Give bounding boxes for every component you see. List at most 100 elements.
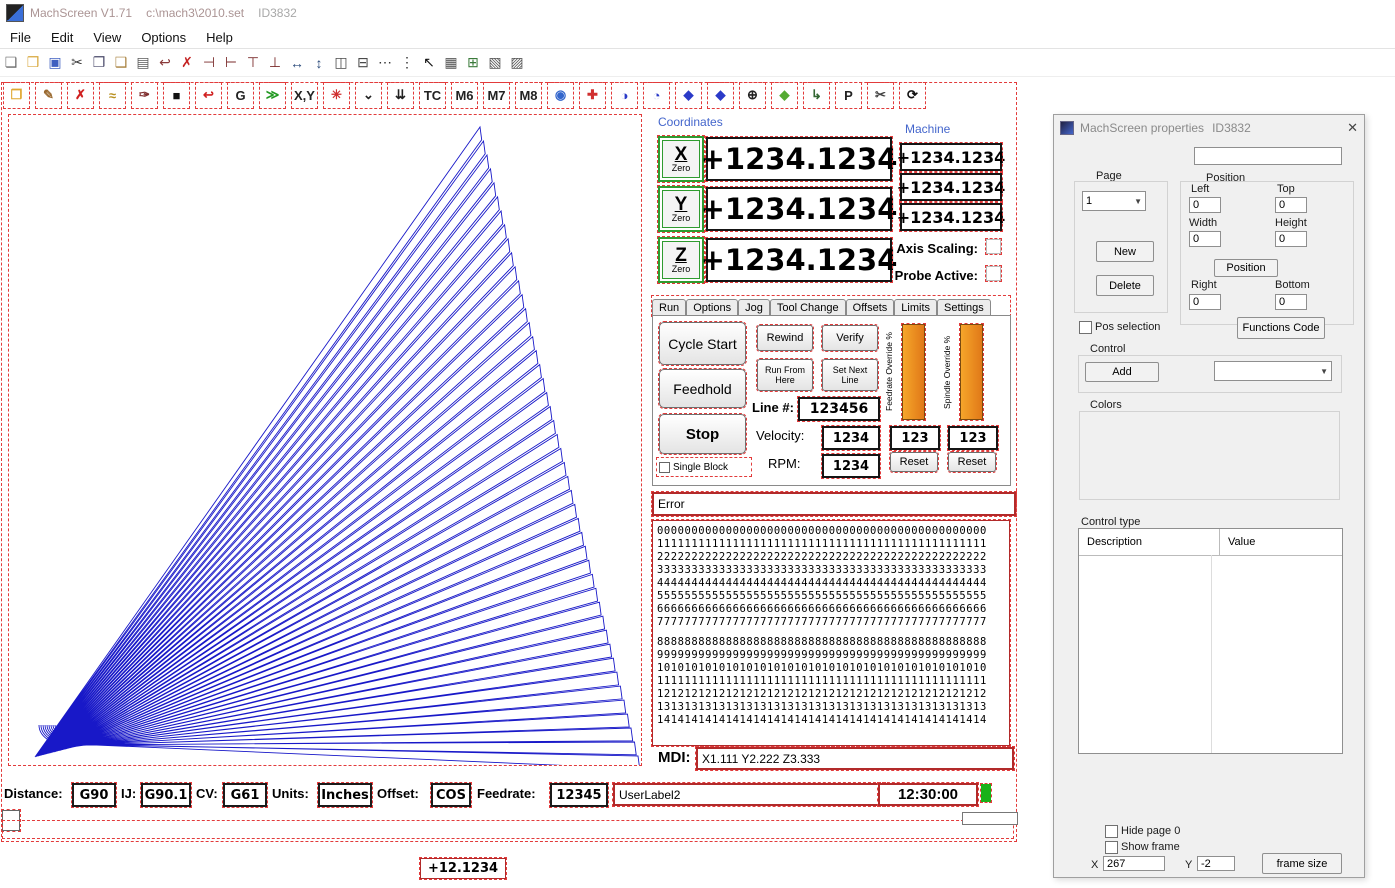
dro-z[interactable]: +1234.1234: [701, 237, 897, 283]
cross-icon[interactable]: ✚: [579, 81, 606, 109]
feed-orb-icon[interactable]: ◑: [611, 81, 638, 109]
line-number-field[interactable]: 123456: [797, 396, 881, 422]
m6-icon[interactable]: M6: [451, 81, 478, 109]
target-icon[interactable]: ⊕: [739, 81, 766, 109]
properties-title-bar[interactable]: MachScreen properties ID3832 ✕: [1054, 115, 1364, 141]
align-right-icon[interactable]: ⊢: [221, 53, 241, 73]
bottom-strip-element[interactable]: [2, 820, 1014, 839]
feedrate-override-slider[interactable]: [901, 323, 926, 421]
functions-code-button[interactable]: Functions Code: [1237, 317, 1325, 339]
regen-icon[interactable]: ⟳: [899, 81, 926, 109]
menu-item[interactable]: View: [83, 28, 131, 47]
left-field[interactable]: 0: [1189, 197, 1221, 213]
edit-screen-icon[interactable]: ✎: [35, 81, 62, 109]
dro-y[interactable]: +1234.1234: [701, 186, 897, 232]
toolpath-display[interactable]: [8, 114, 642, 766]
page-select[interactable]: 1 ▼: [1082, 191, 1146, 211]
rewind-button[interactable]: Rewind: [756, 324, 814, 352]
wizard-icon[interactable]: ≫: [259, 81, 286, 109]
hide-page-checkbox[interactable]: [1105, 825, 1118, 838]
new-file-icon[interactable]: ❏: [1, 53, 21, 73]
axis-scaling-led[interactable]: [985, 238, 1002, 255]
flip-icon[interactable]: ↳: [803, 81, 830, 109]
save-icon[interactable]: ▣: [45, 53, 65, 73]
m8-icon[interactable]: M8: [515, 81, 542, 109]
stop-button[interactable]: Stop: [658, 413, 747, 455]
single-block-checkbox[interactable]: [659, 461, 670, 473]
frame-size-button[interactable]: frame size: [1262, 853, 1342, 874]
zero-y-button[interactable]: Y Zero: [657, 185, 705, 233]
delete-button[interactable]: Delete: [1096, 275, 1154, 296]
tab[interactable]: Limits: [894, 299, 938, 316]
same-width-icon[interactable]: ↔: [287, 53, 307, 73]
cut-icon[interactable]: ✂: [67, 53, 87, 73]
control-type-table[interactable]: Description Value: [1078, 528, 1343, 754]
position-button[interactable]: Position: [1214, 259, 1278, 277]
scissors-icon[interactable]: ✂: [867, 81, 894, 109]
bottom-field[interactable]: 0: [1275, 294, 1307, 310]
dro-x[interactable]: +1234.1234: [701, 136, 897, 182]
menu-item[interactable]: Help: [196, 28, 243, 47]
spindle-override-slider[interactable]: [959, 323, 984, 421]
set-next-line-button[interactable]: Set Next Line: [821, 358, 879, 392]
tab[interactable]: Tool Change: [769, 299, 846, 316]
axis-diamond-icon[interactable]: ◆: [707, 81, 734, 109]
gcode-list[interactable]: 0000000000000000000000000000000000000000…: [651, 519, 1011, 747]
select-pointer-icon[interactable]: ↖: [419, 53, 439, 73]
grid-icon[interactable]: ▦: [441, 53, 461, 73]
camera-icon[interactable]: ◉: [547, 81, 574, 109]
pos-selection-checkbox[interactable]: [1079, 321, 1092, 334]
send-to-back-icon[interactable]: ▨: [507, 53, 527, 73]
multi-step-down-icon[interactable]: ⇊: [387, 81, 414, 109]
m7-icon[interactable]: M7: [483, 81, 510, 109]
xy-coords-icon[interactable]: X,Y: [291, 81, 318, 109]
center-vertical-icon[interactable]: ⊟: [353, 53, 373, 73]
align-left-icon[interactable]: ⊣: [199, 53, 219, 73]
color-picker-icon[interactable]: ✑: [131, 81, 158, 109]
top-field[interactable]: 0: [1275, 197, 1307, 213]
new-button[interactable]: New: [1096, 241, 1154, 262]
close-icon[interactable]: ✕: [1347, 120, 1358, 136]
add-button[interactable]: Add: [1085, 362, 1159, 382]
same-height-icon[interactable]: ↕: [309, 53, 329, 73]
small-dro-field[interactable]: +12.1234: [419, 857, 507, 880]
tab-order-icon[interactable]: ⊞: [463, 53, 483, 73]
menu-item[interactable]: File: [0, 28, 41, 47]
copy-icon[interactable]: ❐: [89, 53, 109, 73]
gcode-icon[interactable]: G: [227, 81, 254, 109]
zero-z-button[interactable]: Z Zero: [657, 236, 705, 284]
spindle-orb-icon[interactable]: ◔: [643, 81, 670, 109]
y-pos-field[interactable]: -2: [1197, 856, 1235, 871]
close-screen-icon[interactable]: ✗: [67, 81, 94, 109]
tab[interactable]: Run: [652, 299, 687, 316]
feedhold-button[interactable]: Feedhold: [658, 368, 747, 409]
space-across-icon[interactable]: ⋯: [375, 53, 395, 73]
bring-to-front-icon[interactable]: ▧: [485, 53, 505, 73]
open-screen-icon[interactable]: ❒: [3, 81, 30, 109]
tool-change-icon[interactable]: TC: [419, 81, 446, 109]
verify-shield-icon[interactable]: ◆: [771, 81, 798, 109]
tab[interactable]: Offsets: [845, 299, 895, 316]
run-from-here-button[interactable]: Run From Here: [756, 358, 814, 392]
show-frame-checkbox[interactable]: [1105, 841, 1118, 854]
mdi-input[interactable]: X1.111 Y2.222 Z3.333: [695, 746, 1015, 771]
align-top-icon[interactable]: ⊤: [243, 53, 263, 73]
signal-icon[interactable]: ≈: [99, 81, 126, 109]
paste-icon[interactable]: ❑: [111, 53, 131, 73]
verify-button[interactable]: Verify: [821, 324, 879, 352]
zero-x-button[interactable]: X Zero: [657, 135, 705, 183]
feedrate-reset-button[interactable]: Reset: [889, 451, 939, 473]
spindle-reset-button[interactable]: Reset: [947, 451, 997, 473]
step-down-icon[interactable]: ⌄: [355, 81, 382, 109]
tab[interactable]: Jog: [738, 299, 770, 316]
delete-icon[interactable]: ✗: [177, 53, 197, 73]
control-select[interactable]: ▼: [1214, 361, 1332, 381]
print-icon[interactable]: ▤: [133, 53, 153, 73]
jog-diamond-icon[interactable]: ◆: [675, 81, 702, 109]
cycle-start-button[interactable]: Cycle Start: [658, 321, 747, 366]
properties-text-input[interactable]: [1194, 147, 1342, 165]
menu-item[interactable]: Options: [131, 28, 196, 47]
x-pos-field[interactable]: 267: [1103, 856, 1165, 871]
probe-active-led[interactable]: [985, 265, 1002, 282]
open-folder-icon[interactable]: ❒: [23, 53, 43, 73]
